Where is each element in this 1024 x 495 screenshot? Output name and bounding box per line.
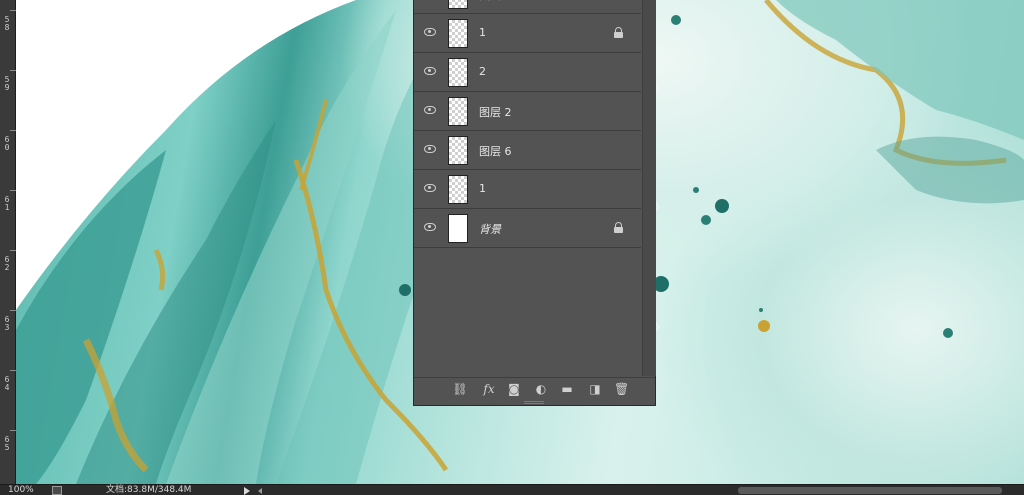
layer-name[interactable]: 背景 xyxy=(479,221,501,237)
layer-name[interactable]: 图层 6 xyxy=(479,143,512,159)
panel-resize-grip[interactable] xyxy=(524,401,544,404)
layer-row[interactable]: 图层 xyxy=(414,0,641,14)
layers-panel-footer: ⛓ fx ◙ ◐ ▬ ◨ 🗑 xyxy=(414,377,655,399)
layer-thumbnail[interactable] xyxy=(448,19,468,48)
visibility-eye-icon[interactable] xyxy=(424,184,436,192)
layer-row[interactable]: 2 xyxy=(414,53,641,92)
lock-icon xyxy=(614,27,623,38)
layer-name[interactable]: 图层 2 xyxy=(479,104,512,120)
ruler-label: 5 8 xyxy=(4,15,10,32)
document-size-info: 文档:83.8M/348.4M xyxy=(106,485,192,495)
zoom-level[interactable]: 100% xyxy=(8,485,34,495)
visibility-eye-icon[interactable] xyxy=(424,28,436,36)
layer-thumbnail[interactable] xyxy=(448,175,468,204)
ruler-label: 6 0 xyxy=(4,135,10,152)
layer-row[interactable]: 背景 xyxy=(414,209,641,248)
status-menu-arrow-icon[interactable] xyxy=(244,487,250,495)
visibility-eye-icon[interactable] xyxy=(424,67,436,75)
lock-icon xyxy=(614,222,623,233)
layer-row[interactable]: 1 xyxy=(414,170,641,209)
ruler-label: 6 2 xyxy=(4,255,10,272)
layer-thumbnail[interactable] xyxy=(448,0,468,9)
layer-name[interactable]: 1 xyxy=(479,182,486,195)
ruler-label: 6 1 xyxy=(4,195,10,212)
layer-name[interactable]: 2 xyxy=(479,65,486,78)
visibility-eye-icon[interactable] xyxy=(424,223,436,231)
visibility-eye-icon[interactable] xyxy=(424,106,436,114)
visibility-eye-icon[interactable] xyxy=(424,145,436,153)
layer-thumbnail[interactable] xyxy=(448,136,468,165)
ruler-label: 5 9 xyxy=(4,75,10,92)
horizontal-scrollbar[interactable] xyxy=(738,487,1002,494)
layer-row[interactable]: 图层 6 xyxy=(414,131,641,170)
ruler-label: 6 5 xyxy=(4,435,10,452)
layer-row[interactable]: 1 xyxy=(414,14,641,53)
ruler-label: 6 3 xyxy=(4,315,10,332)
layer-name[interactable]: 图层 xyxy=(479,0,501,3)
layer-thumbnail[interactable] xyxy=(448,58,468,87)
document-profile-icon[interactable] xyxy=(52,486,62,495)
delete-layer-icon[interactable]: 🗑 xyxy=(614,382,629,396)
add-mask-icon[interactable]: ◙ xyxy=(507,382,521,396)
vertical-ruler[interactable]: 5 8 5 9 6 0 6 1 6 2 6 3 6 4 6 5 xyxy=(0,0,16,484)
layer-row[interactable]: 图层 2 xyxy=(414,92,641,131)
layers-panel: 图层 1 2 图层 2 图层 6 1 背景 ⛓ fx ◙ ◐ ▬ ◨ 🗑 xyxy=(413,0,656,406)
layer-thumbnail[interactable] xyxy=(448,214,468,243)
layers-scrollbar[interactable] xyxy=(642,0,656,376)
link-layers-icon[interactable]: ⛓ xyxy=(452,382,468,396)
layer-name[interactable]: 1 xyxy=(479,26,486,39)
ruler-label: 6 4 xyxy=(4,375,10,392)
scroll-left-icon[interactable] xyxy=(258,488,262,494)
adjustment-layer-icon[interactable]: ◐ xyxy=(533,382,549,396)
layer-thumbnail[interactable] xyxy=(448,97,468,126)
new-group-icon[interactable]: ▬ xyxy=(560,382,574,396)
fx-icon[interactable]: fx xyxy=(480,382,498,396)
status-bar: 100% 文档:83.8M/348.4M xyxy=(0,484,1024,495)
layer-list: 图层 1 2 图层 2 图层 6 1 背景 xyxy=(414,0,641,376)
new-layer-icon[interactable]: ◨ xyxy=(588,382,602,396)
